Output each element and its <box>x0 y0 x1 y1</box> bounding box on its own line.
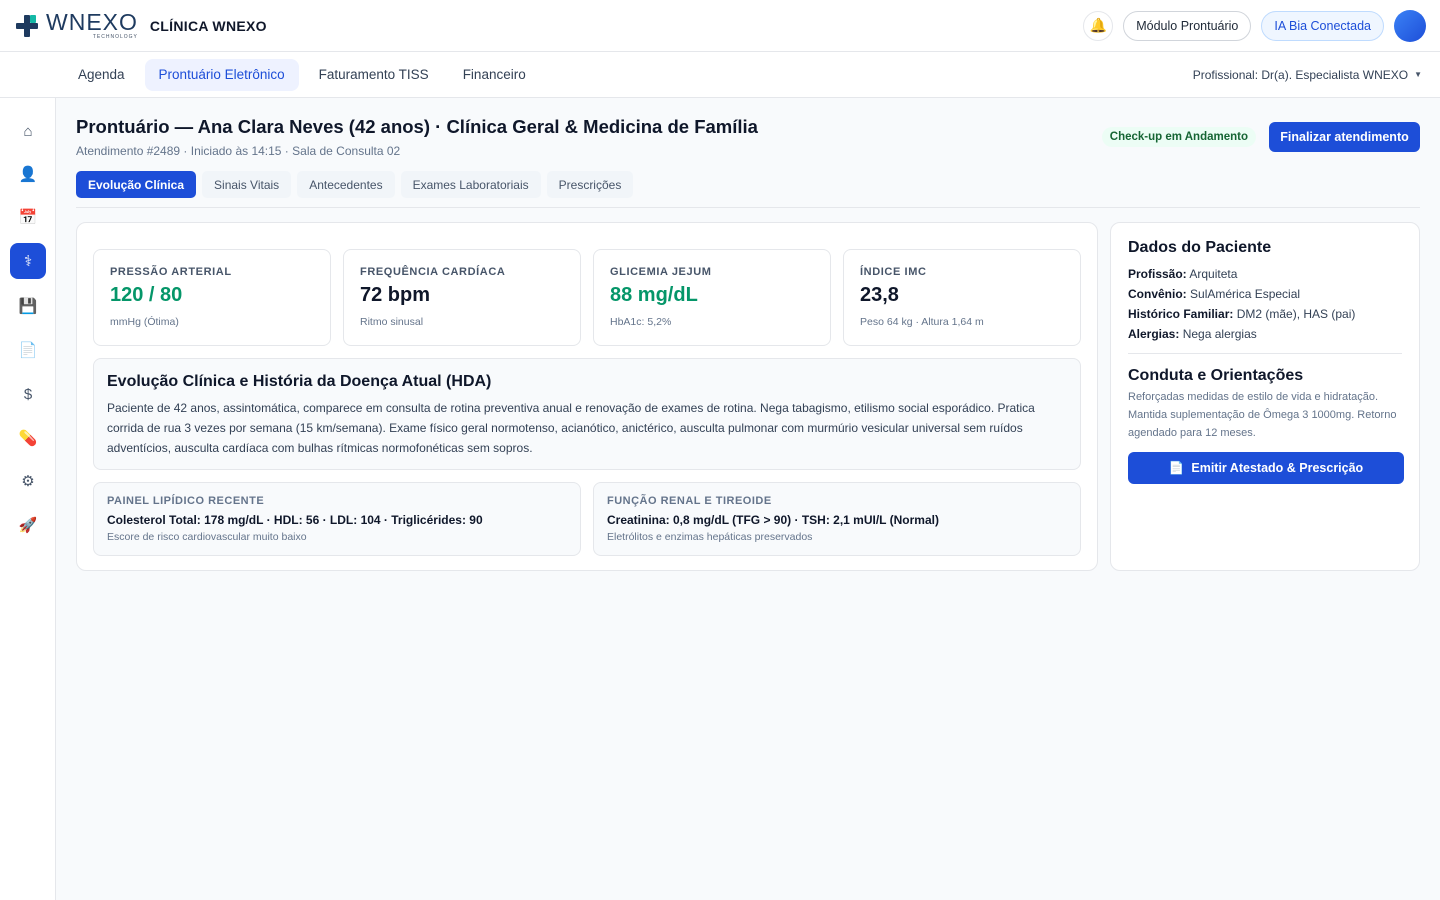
top-header: WNEXO TECHNOLOGY CLÍNICA WNEXO 🔔 Módulo … <box>0 0 1440 52</box>
notifications-button[interactable]: 🔔 <box>1083 10 1114 41</box>
lab-note: Escore de risco cardiovascular muito bai… <box>107 531 307 543</box>
page-title: Prontuário — Ana Clara Neves (42 anos) ·… <box>76 116 758 137</box>
nav-item-agenda[interactable]: Agenda <box>64 59 139 91</box>
logo-word: WNEXO <box>46 9 138 35</box>
bell-icon: 🔔 <box>1089 17 1107 33</box>
document-icon[interactable]: 📄 <box>10 332 46 368</box>
pill-icon[interactable]: 💊 <box>10 420 46 456</box>
logo[interactable]: WNEXO TECHNOLOGY <box>14 11 138 40</box>
vital-value: 23,8 <box>860 284 899 306</box>
conduta-title: Conduta e Orientações <box>1128 367 1304 384</box>
vital-note: Peso 64 kg · Altura 1,64 m <box>860 316 984 328</box>
tab-sinais-vitais[interactable]: Sinais Vitais <box>202 171 292 198</box>
professional-selector[interactable]: Profissional: Dr(a). Especialista WNEXO … <box>1193 68 1422 82</box>
nav-item-financeiro[interactable]: Financeiro <box>449 59 540 91</box>
vital-value: 120 / 80 <box>110 284 183 306</box>
vital-card-bmi: Índice IMC 23,8 Peso 64 kg · Altura 1,64… <box>843 249 1081 346</box>
patient-row-profession: Profissão: Arquiteta <box>1128 267 1402 281</box>
logo-subtitle: TECHNOLOGY <box>92 34 138 40</box>
dollar-icon[interactable]: $ <box>10 376 46 412</box>
vital-card-heart-rate: Frequência Cardíaca 72 bpm Ritmo sinusal <box>343 249 581 346</box>
tab-prescricoes[interactable]: Prescrições <box>546 171 634 198</box>
vital-label: Glicemia Jejum <box>610 266 712 278</box>
vital-card-glucose: Glicemia Jejum 88 mg/dL HbA1c: 5,2% <box>593 249 831 346</box>
calendar-icon[interactable]: 📅 <box>10 199 46 235</box>
finish-appointment-button[interactable]: Finalizar atendimento <box>1269 122 1420 152</box>
emit-certificate-button[interactable]: 📄 Emitir Atestado & Prescrição <box>1128 452 1404 484</box>
vital-card-pressure: Pressão Arterial 120 / 80 mmHg (Ótima) <box>93 249 331 346</box>
avatar[interactable] <box>1394 9 1426 42</box>
ia-status-button[interactable]: IA Bia Conectada <box>1261 10 1384 41</box>
home-icon[interactable]: ⌂ <box>10 113 46 149</box>
nav-item-prontuario[interactable]: Prontuário Eletrônico <box>144 58 299 91</box>
row-value: DM2 (mãe), HAS (pai) <box>1236 307 1356 321</box>
row-value: Nega alergias <box>1182 327 1257 341</box>
row-label: Alergias: <box>1128 327 1180 341</box>
row-label: Convênio: <box>1128 287 1187 301</box>
lab-card-renal-thyroid: Função Renal e Tireoide Creatinina: 0,8 … <box>593 482 1081 556</box>
lab-label: Painel Lipídico Recente <box>107 495 265 507</box>
chevron-down-icon: ▼ <box>1414 70 1422 79</box>
status-badge: Check-up em Andamento <box>1101 127 1256 147</box>
patient-row-insurance: Convênio: SulAmérica Especial <box>1128 287 1402 301</box>
tab-antecedentes[interactable]: Antecedentes <box>297 171 395 198</box>
main-nav: Agenda Prontuário Eletrônico Faturamento… <box>0 52 1440 98</box>
clinical-card: Pressão Arterial 120 / 80 mmHg (Ótima) F… <box>76 222 1098 571</box>
vital-label: Pressão Arterial <box>110 266 232 278</box>
vital-value: 72 bpm <box>360 284 431 306</box>
divider <box>1128 353 1402 354</box>
nav-item-faturamento[interactable]: Faturamento TISS <box>305 59 443 91</box>
professional-label: Profissional: Dr(a). Especialista WNEXO <box>1192 67 1409 82</box>
row-label: Histórico Familiar: <box>1128 307 1234 321</box>
vital-label: Índice IMC <box>860 266 927 278</box>
save-icon[interactable]: 💾 <box>10 288 46 324</box>
row-value: Arquiteta <box>1189 267 1238 281</box>
hda-section: Evolução Clínica e História da Doença At… <box>93 358 1081 470</box>
stethoscope-icon[interactable]: ⚕ <box>10 243 46 279</box>
conduta-text: Reforçadas medidas de estilo de vida e h… <box>1128 391 1397 439</box>
patient-card-title: Dados do Paciente <box>1128 239 1272 256</box>
lab-value: Colesterol Total: 178 mg/dL · HDL: 56 · … <box>107 513 483 527</box>
patient-row-allergies: Alergias: Nega alergias <box>1128 327 1402 341</box>
vital-value: 88 mg/dL <box>610 284 698 306</box>
logo-cross-icon <box>16 14 38 37</box>
tab-exames-laboratoriais[interactable]: Exames Laboratoriais <box>400 171 541 198</box>
hda-title: Evolução Clínica e História da Doença At… <box>107 373 492 390</box>
document-icon: 📄 <box>1168 460 1185 475</box>
tab-evolucao-clinica[interactable]: Evolução Clínica <box>76 171 197 198</box>
lab-value: Creatinina: 0,8 mg/dL (TFG > 90) · TSH: … <box>607 513 939 527</box>
module-button[interactable]: Módulo Prontuário <box>1123 10 1252 41</box>
hda-text: Paciente de 42 anos, assintomática, comp… <box>107 401 1035 455</box>
record-tabs: Evolução Clínica Sinais Vitais Anteceden… <box>76 171 1420 208</box>
vital-note: mmHg (Ótima) <box>110 316 179 328</box>
row-label: Profissão: <box>1128 267 1187 281</box>
settings-icon[interactable]: ⚙ <box>10 463 46 499</box>
patient-row-family-history: Histórico Familiar: DM2 (mãe), HAS (pai) <box>1128 307 1402 321</box>
vital-note: Ritmo sinusal <box>360 316 424 328</box>
row-value: SulAmérica Especial <box>1190 287 1301 301</box>
lab-note: Eletrólitos e enzimas hepáticas preserva… <box>607 531 813 543</box>
patient-card: Dados do Paciente Profissão: Arquiteta C… <box>1110 222 1420 571</box>
rocket-icon[interactable]: 🚀 <box>10 507 46 543</box>
vital-note: HbA1c: 5,2% <box>610 316 672 328</box>
sidebar: ⌂ 👤 📅 ⚕ 💾 📄 $ 💊 ⚙ 🚀 <box>0 98 56 900</box>
page-subtitle: Atendimento #2489 · Iniciado às 14:15 · … <box>76 144 401 158</box>
user-icon[interactable]: 👤 <box>10 156 46 192</box>
vital-label: Frequência Cardíaca <box>360 266 506 278</box>
lab-card-lipid: Painel Lipídico Recente Colesterol Total… <box>93 482 581 556</box>
emit-button-label: Emitir Atestado & Prescrição <box>1191 461 1364 475</box>
clinic-name: CLÍNICA WNEXO <box>149 17 267 34</box>
lab-label: Função Renal e Tireoide <box>607 495 772 507</box>
